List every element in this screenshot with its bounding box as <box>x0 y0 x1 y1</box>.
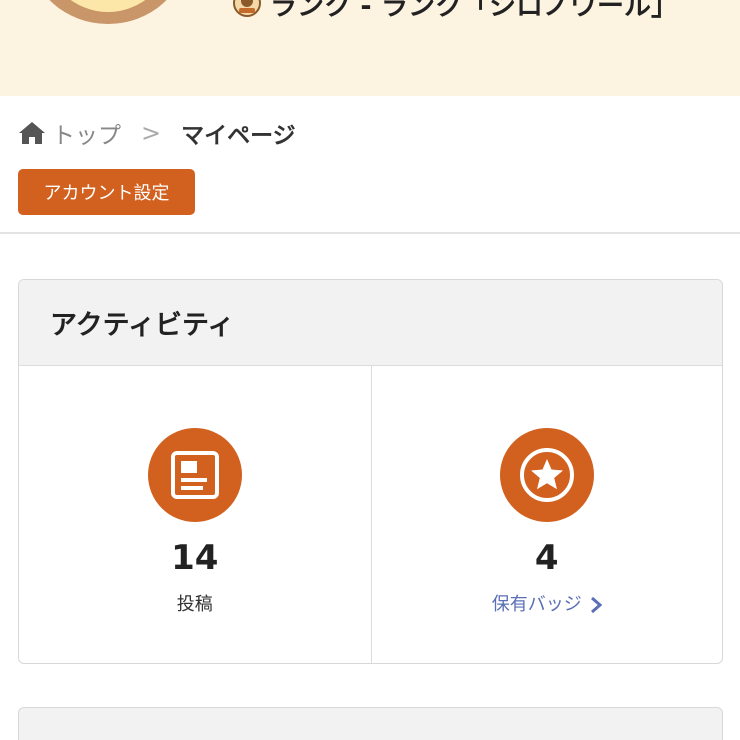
posts-count: 14 <box>171 538 219 578</box>
activity-title: アクティビティ <box>50 310 235 341</box>
stat-posts[interactable]: 14 投稿 <box>19 366 371 663</box>
activity-card: アクティビティ 14 投稿 4 保有バッジ <box>18 279 723 664</box>
account-settings-button[interactable]: アカウント設定 <box>18 169 195 215</box>
home-icon[interactable] <box>18 120 46 146</box>
article-icon <box>147 428 242 522</box>
breadcrumb-home-link[interactable]: トップ <box>52 116 121 150</box>
rank-text: ランク - ランク「シロノワール」 <box>270 0 679 22</box>
breadcrumb-separator: > <box>141 119 162 147</box>
posts-label: 投稿 <box>176 594 213 615</box>
rank-emblem-icon <box>233 0 261 17</box>
breadcrumb-current: マイページ <box>181 123 296 149</box>
stat-badges: 4 保有バッジ <box>370 366 723 663</box>
rank-info: ランク - ランク「シロノワール」 <box>232 0 679 22</box>
badges-link[interactable]: 保有バッジ <box>492 592 602 618</box>
badges-count: 4 <box>534 538 559 578</box>
my-page: ランク - ランク「シロノワール」 トップ > マイページ アカウント設定 アク… <box>0 0 740 740</box>
chevron-right-icon <box>590 597 602 613</box>
badges-label: 保有バッジ <box>491 594 582 615</box>
activity-stats: 14 投稿 4 保有バッジ <box>19 366 723 663</box>
profile-header: ランク - ランク「シロノワール」 <box>0 0 740 96</box>
next-card <box>18 707 723 740</box>
section-divider <box>0 232 740 234</box>
avatar[interactable] <box>30 0 186 24</box>
breadcrumb: トップ > マイページ <box>18 116 296 150</box>
activity-card-header: アクティビティ <box>19 280 722 366</box>
star-badge-icon <box>499 428 594 522</box>
